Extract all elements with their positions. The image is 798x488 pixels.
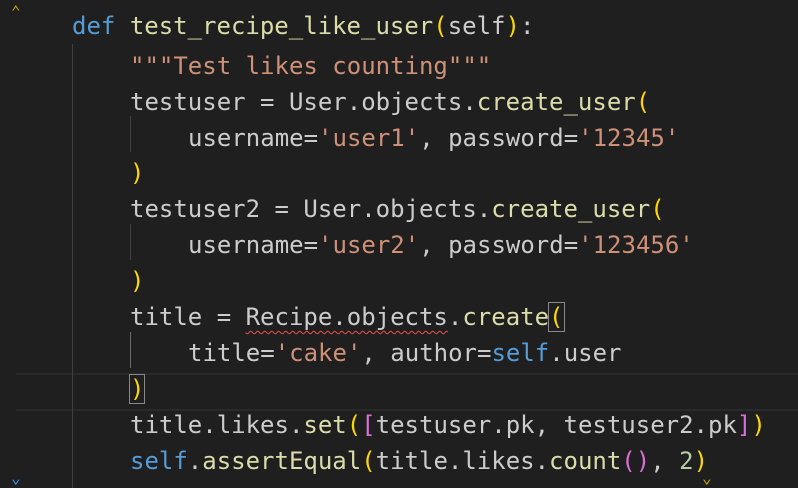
code-token: .user — [549, 339, 622, 367]
code-token: create_user — [491, 195, 651, 223]
code-text: username='user2', password='123456' — [188, 227, 694, 263]
code-token: ( — [548, 302, 565, 332]
code-token: testuser.pk, testuser2.pk — [375, 411, 737, 439]
code-line[interactable]: self.assertEqual(title.likes.count(), 2) — [0, 443, 798, 479]
code-token: ] — [736, 411, 752, 439]
code-token: ( — [650, 195, 665, 223]
code-token: self — [447, 12, 506, 40]
code-text: title.likes.set([testuser.pk, testuser2.… — [130, 407, 766, 443]
code-token: title.likes. — [130, 411, 304, 439]
code-text: ) — [128, 371, 146, 407]
code-line[interactable]: testuser2 = User.objects.create_user( — [0, 191, 798, 227]
code-token: [ — [361, 411, 376, 439]
code-token: assertEqual — [202, 447, 362, 475]
code-token: ( — [635, 88, 651, 116]
code-token: ( — [433, 12, 448, 40]
code-line[interactable]: username='user1', password='12345' — [0, 120, 798, 156]
code-line[interactable]: ) — [0, 371, 798, 407]
code-line[interactable]: def test_recipe_like_user(self): — [0, 8, 798, 44]
code-token: , password= — [419, 231, 579, 259]
code-token: set — [303, 411, 347, 439]
code-token: ) — [505, 12, 520, 40]
code-token: title.likes. — [375, 447, 550, 475]
code-text: title='cake', author=self.user — [188, 335, 622, 371]
code-token: create_user — [476, 88, 636, 116]
code-token: ) — [751, 411, 766, 439]
code-token: . — [187, 447, 203, 475]
code-token: testuser2 = User.objects. — [130, 195, 492, 223]
code-token: self — [491, 339, 550, 367]
code-token: Recipe.objects — [245, 303, 448, 331]
code-line[interactable]: ) — [0, 155, 798, 191]
code-token: '12345' — [578, 124, 680, 152]
code-line[interactable]: title.likes.set([testuser.pk, testuser2.… — [0, 407, 798, 443]
code-token: ) — [128, 374, 146, 404]
code-editor[interactable]: ⌃ ⌄ ⌄ def test_recipe_like_user(self): "… — [0, 0, 798, 488]
code-text: ) — [130, 155, 144, 191]
code-token: create — [462, 303, 550, 331]
code-text: title = Recipe.objects.create( — [130, 299, 565, 335]
code-line[interactable]: title='cake', author=self.user — [0, 335, 798, 371]
code-line[interactable]: """Test likes counting""" — [0, 48, 798, 84]
code-line[interactable]: title = Recipe.objects.create( — [0, 299, 798, 335]
code-token: 'user1' — [318, 124, 420, 152]
code-line[interactable]: testuser = User.objects.create_user( — [0, 84, 798, 120]
code-token: : — [519, 12, 535, 40]
code-token: title = — [130, 303, 246, 331]
code-text: ) — [130, 263, 144, 299]
code-text: username='user1', password='12345' — [188, 120, 679, 156]
code-token: """Test likes counting""" — [130, 52, 492, 80]
code-text: self.assertEqual(title.likes.count(), 2) — [130, 443, 708, 479]
code-line[interactable]: username='user2', password='123456' — [0, 227, 798, 263]
code-token: , password= — [419, 124, 579, 152]
code-token: self — [130, 447, 188, 475]
code-token: 2 — [679, 447, 694, 475]
code-text: """Test likes counting""" — [130, 48, 491, 84]
code-token: 'user2' — [318, 231, 420, 259]
code-token: , author= — [361, 339, 492, 367]
code-token: title= — [188, 339, 275, 367]
code-token: ( — [346, 411, 362, 439]
code-token: '123456' — [578, 231, 694, 259]
code-text: def test_recipe_like_user(self): — [72, 8, 534, 44]
code-token: ( — [361, 447, 376, 475]
code-token: ) — [130, 267, 145, 295]
code-token: ) — [693, 447, 709, 475]
code-token: () — [621, 447, 651, 475]
code-token: test_recipe_like_user — [129, 12, 434, 40]
code-token: , — [650, 447, 680, 475]
code-token: ) — [130, 159, 145, 187]
code-token: count — [549, 447, 622, 475]
code-token: username= — [188, 124, 319, 152]
code-token: testuser = User.objects. — [130, 88, 477, 116]
code-text: testuser2 = User.objects.create_user( — [130, 191, 665, 227]
code-token: username= — [188, 231, 319, 259]
code-token: def — [72, 12, 116, 40]
code-text: testuser = User.objects.create_user( — [130, 84, 650, 120]
code-token: . — [447, 303, 463, 331]
code-token: 'cake' — [274, 339, 362, 367]
code-line[interactable]: ) — [0, 263, 798, 299]
